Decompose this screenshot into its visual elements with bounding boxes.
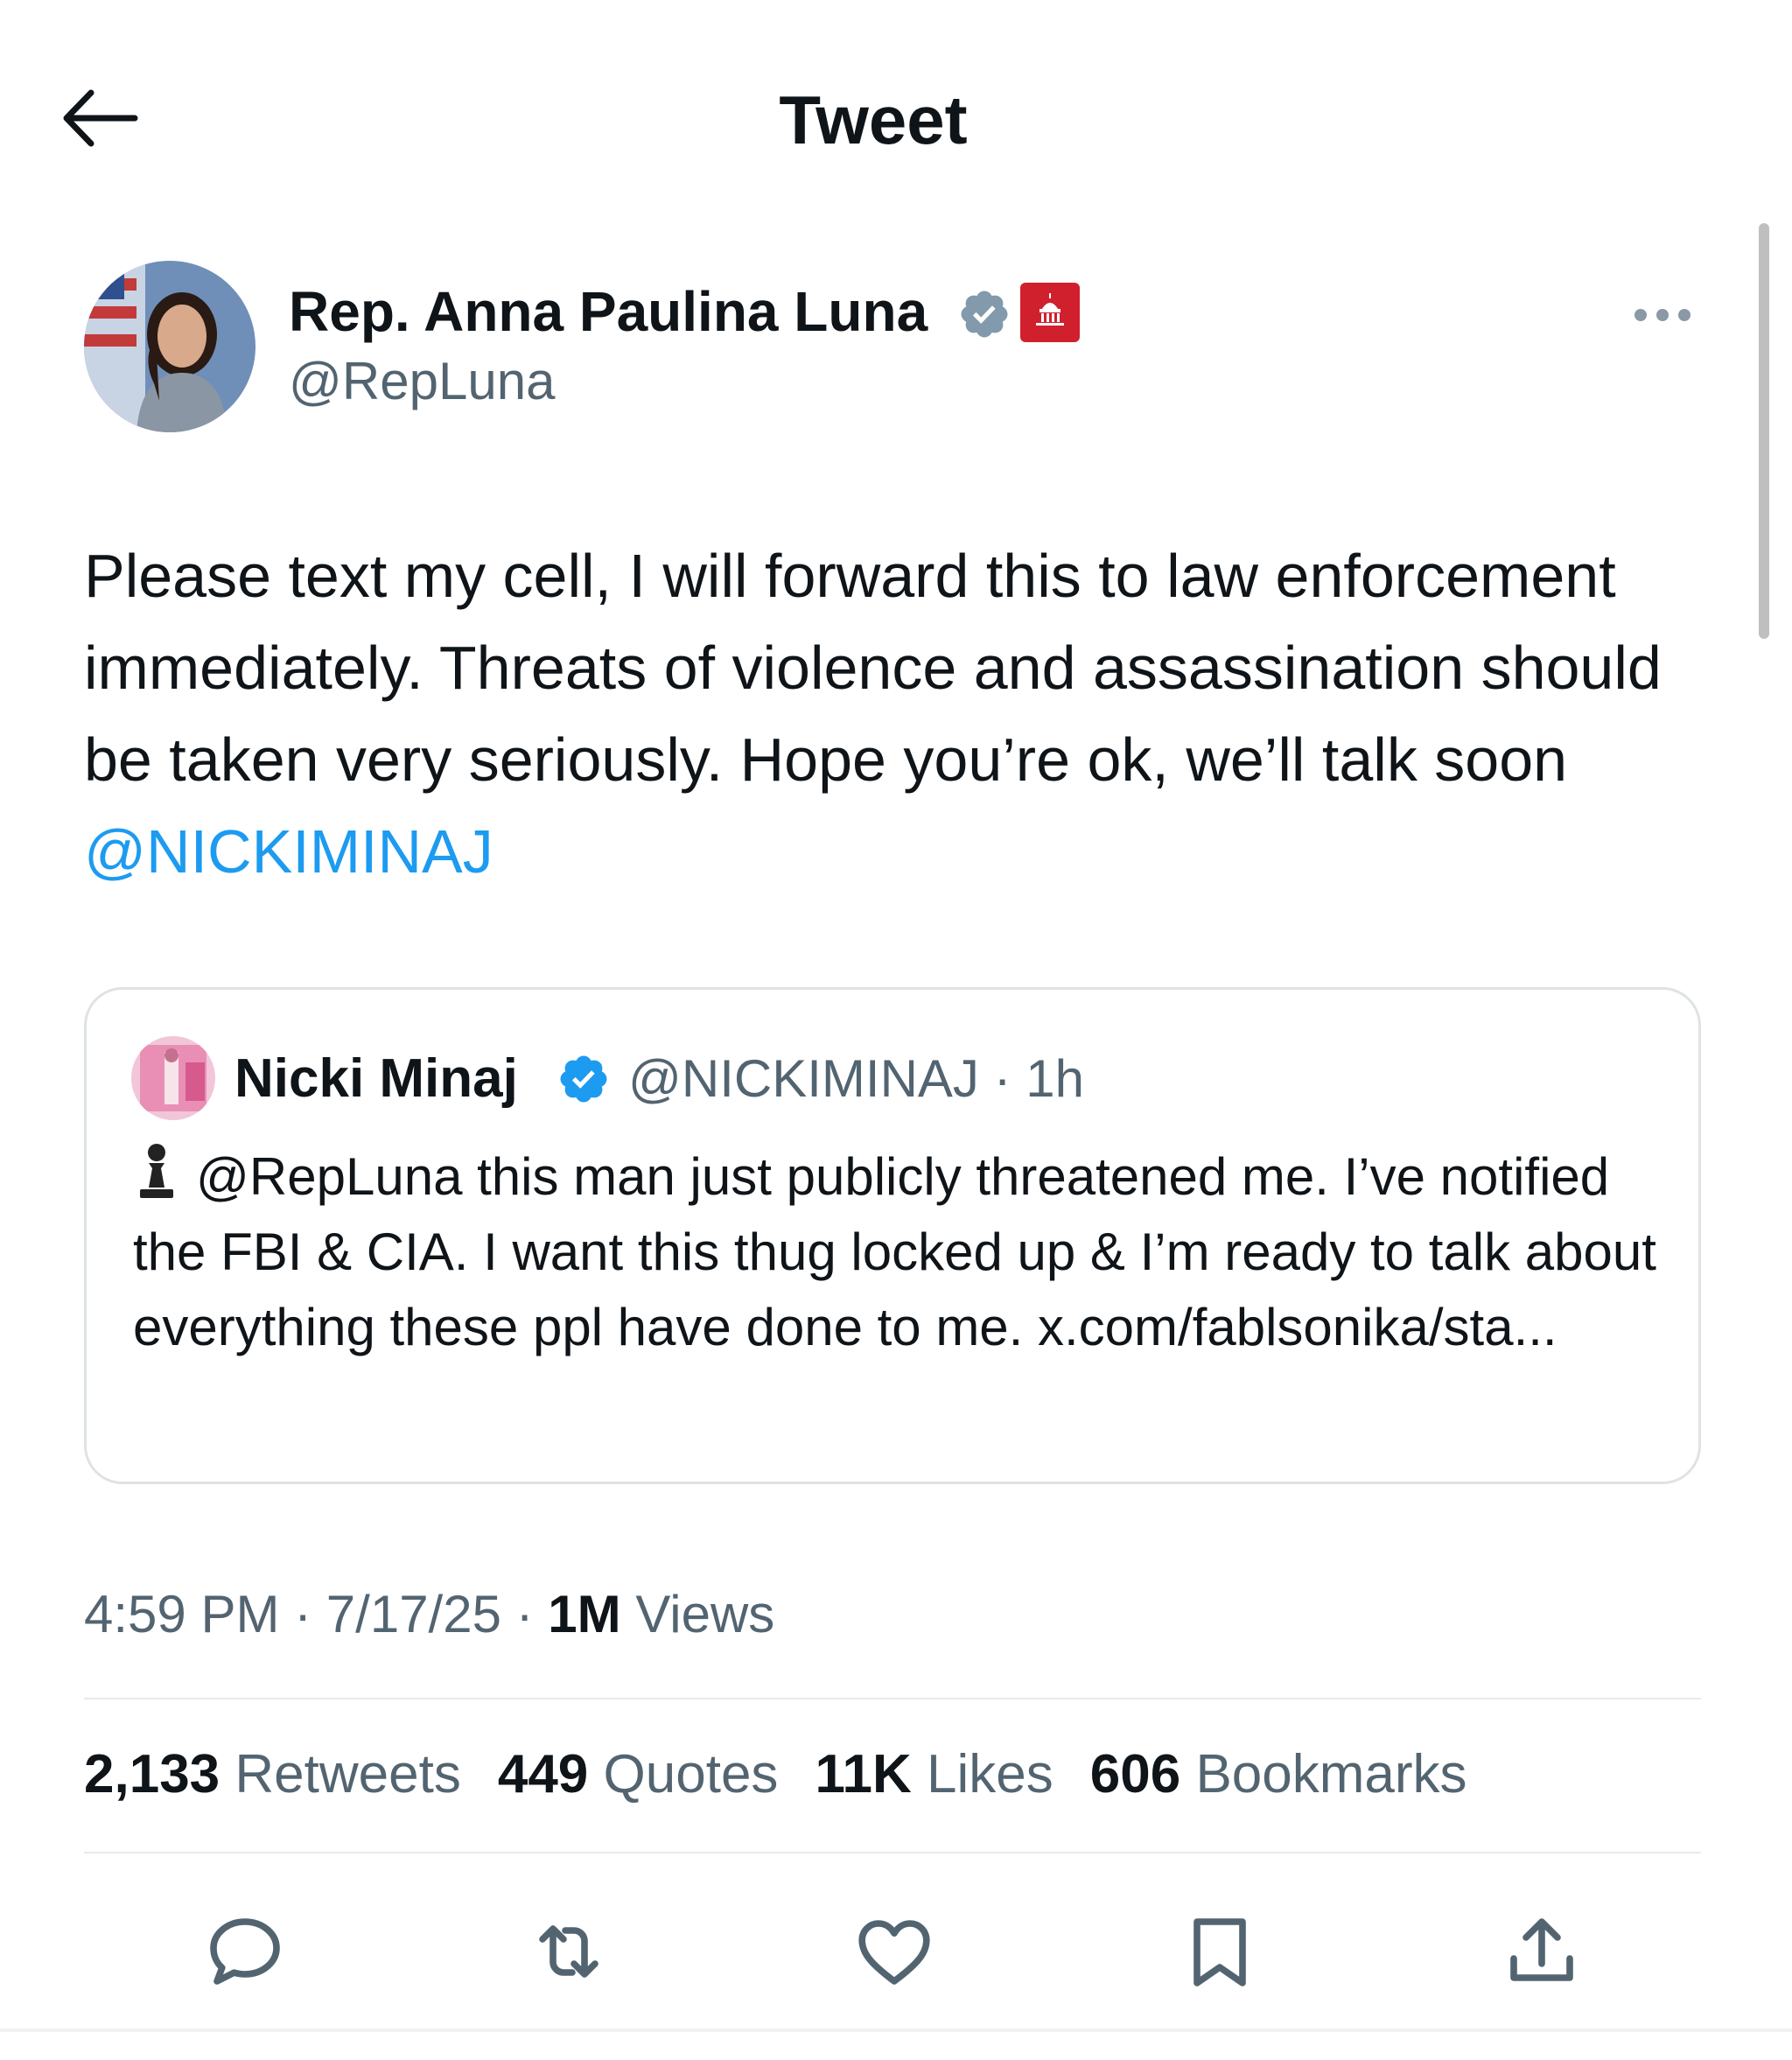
quoted-meta: @NICKIMINAJ · 1h — [628, 1047, 1084, 1111]
stat-likes[interactable]: 11K Likes — [815, 1741, 1053, 1808]
like-button[interactable] — [842, 1899, 947, 2004]
verified-blue-icon — [560, 1055, 607, 1103]
stat-value: 449 — [497, 1744, 589, 1804]
stat-retweets[interactable]: 2,133 Retweets — [84, 1741, 461, 1808]
bottom-divider — [0, 2028, 1792, 2032]
retweet-button[interactable] — [516, 1899, 621, 2004]
quoted-age: 1h — [1026, 1049, 1085, 1108]
reply-button[interactable] — [192, 1899, 298, 2004]
like-icon — [858, 1920, 930, 1985]
divider — [84, 1698, 1701, 1699]
tweet-timestamp: 4:59 PM · 7/17/25 · 1M Views — [84, 1582, 774, 1647]
engagement-stats: 2,133 Retweets 449 Quotes 11K Likes 606 … — [84, 1741, 1467, 1808]
quoted-separator: · — [993, 1049, 1012, 1108]
views-count: 1M — [548, 1585, 621, 1643]
page-title: Tweet — [779, 81, 968, 158]
stat-value: 606 — [1089, 1744, 1181, 1804]
scrollbar[interactable] — [1759, 223, 1769, 639]
tweet-date[interactable]: 7/17/25 — [326, 1585, 501, 1643]
retweet-icon — [539, 1925, 598, 1978]
quoted-text: @RepLuna this man just publicly threaten… — [133, 1139, 1673, 1365]
stat-quotes[interactable]: 449 Quotes — [498, 1741, 779, 1808]
author-handle[interactable]: @RepLuna — [289, 350, 555, 413]
quoted-author-name[interactable]: Nicki Minaj — [234, 1047, 518, 1111]
avatar-image — [131, 1036, 215, 1120]
chess-pawn-icon — [140, 1144, 173, 1198]
stat-value: 11K — [815, 1744, 912, 1804]
quoted-handle[interactable]: @NICKIMINAJ — [628, 1049, 979, 1108]
share-button[interactable] — [1489, 1899, 1594, 2004]
divider — [84, 1852, 1701, 1853]
share-icon — [1510, 1918, 1573, 1981]
tweet-time[interactable]: 4:59 PM — [84, 1585, 279, 1643]
quoted-author-avatar[interactable] — [131, 1036, 215, 1120]
bookmark-button[interactable] — [1167, 1899, 1272, 2004]
stat-bookmarks[interactable]: 606 Bookmarks — [1090, 1741, 1467, 1808]
author-avatar[interactable] — [84, 261, 256, 432]
tweet-text-body: Please text my cell, I will forward this… — [84, 542, 1679, 794]
stat-label: Likes — [927, 1744, 1054, 1804]
gop-affiliation-badge[interactable] — [1020, 283, 1080, 342]
author-name[interactable]: Rep. Anna Paulina Luna — [289, 278, 928, 345]
stat-value: 2,133 — [84, 1744, 220, 1804]
views-label: Views — [635, 1585, 775, 1643]
quoted-text-body: @RepLuna this man just publicly threaten… — [133, 1147, 1656, 1356]
reply-icon — [210, 1918, 280, 1985]
verified-gray-icon — [961, 291, 1008, 338]
bookmark-icon — [1194, 1918, 1246, 1986]
stat-label: Bookmarks — [1195, 1744, 1467, 1804]
stat-label: Retweets — [234, 1744, 461, 1804]
avatar-image — [84, 261, 256, 432]
stat-label: Quotes — [603, 1744, 779, 1804]
mention-link[interactable]: @NICKIMINAJ — [84, 817, 494, 886]
meta-separator: · — [294, 1585, 312, 1643]
meta-separator: · — [515, 1585, 534, 1643]
more-options-button[interactable] — [1628, 289, 1698, 341]
ellipsis-icon — [1634, 309, 1690, 321]
tweet-text: Please text my cell, I will forward this… — [84, 530, 1712, 898]
capitol-icon — [1036, 293, 1064, 326]
